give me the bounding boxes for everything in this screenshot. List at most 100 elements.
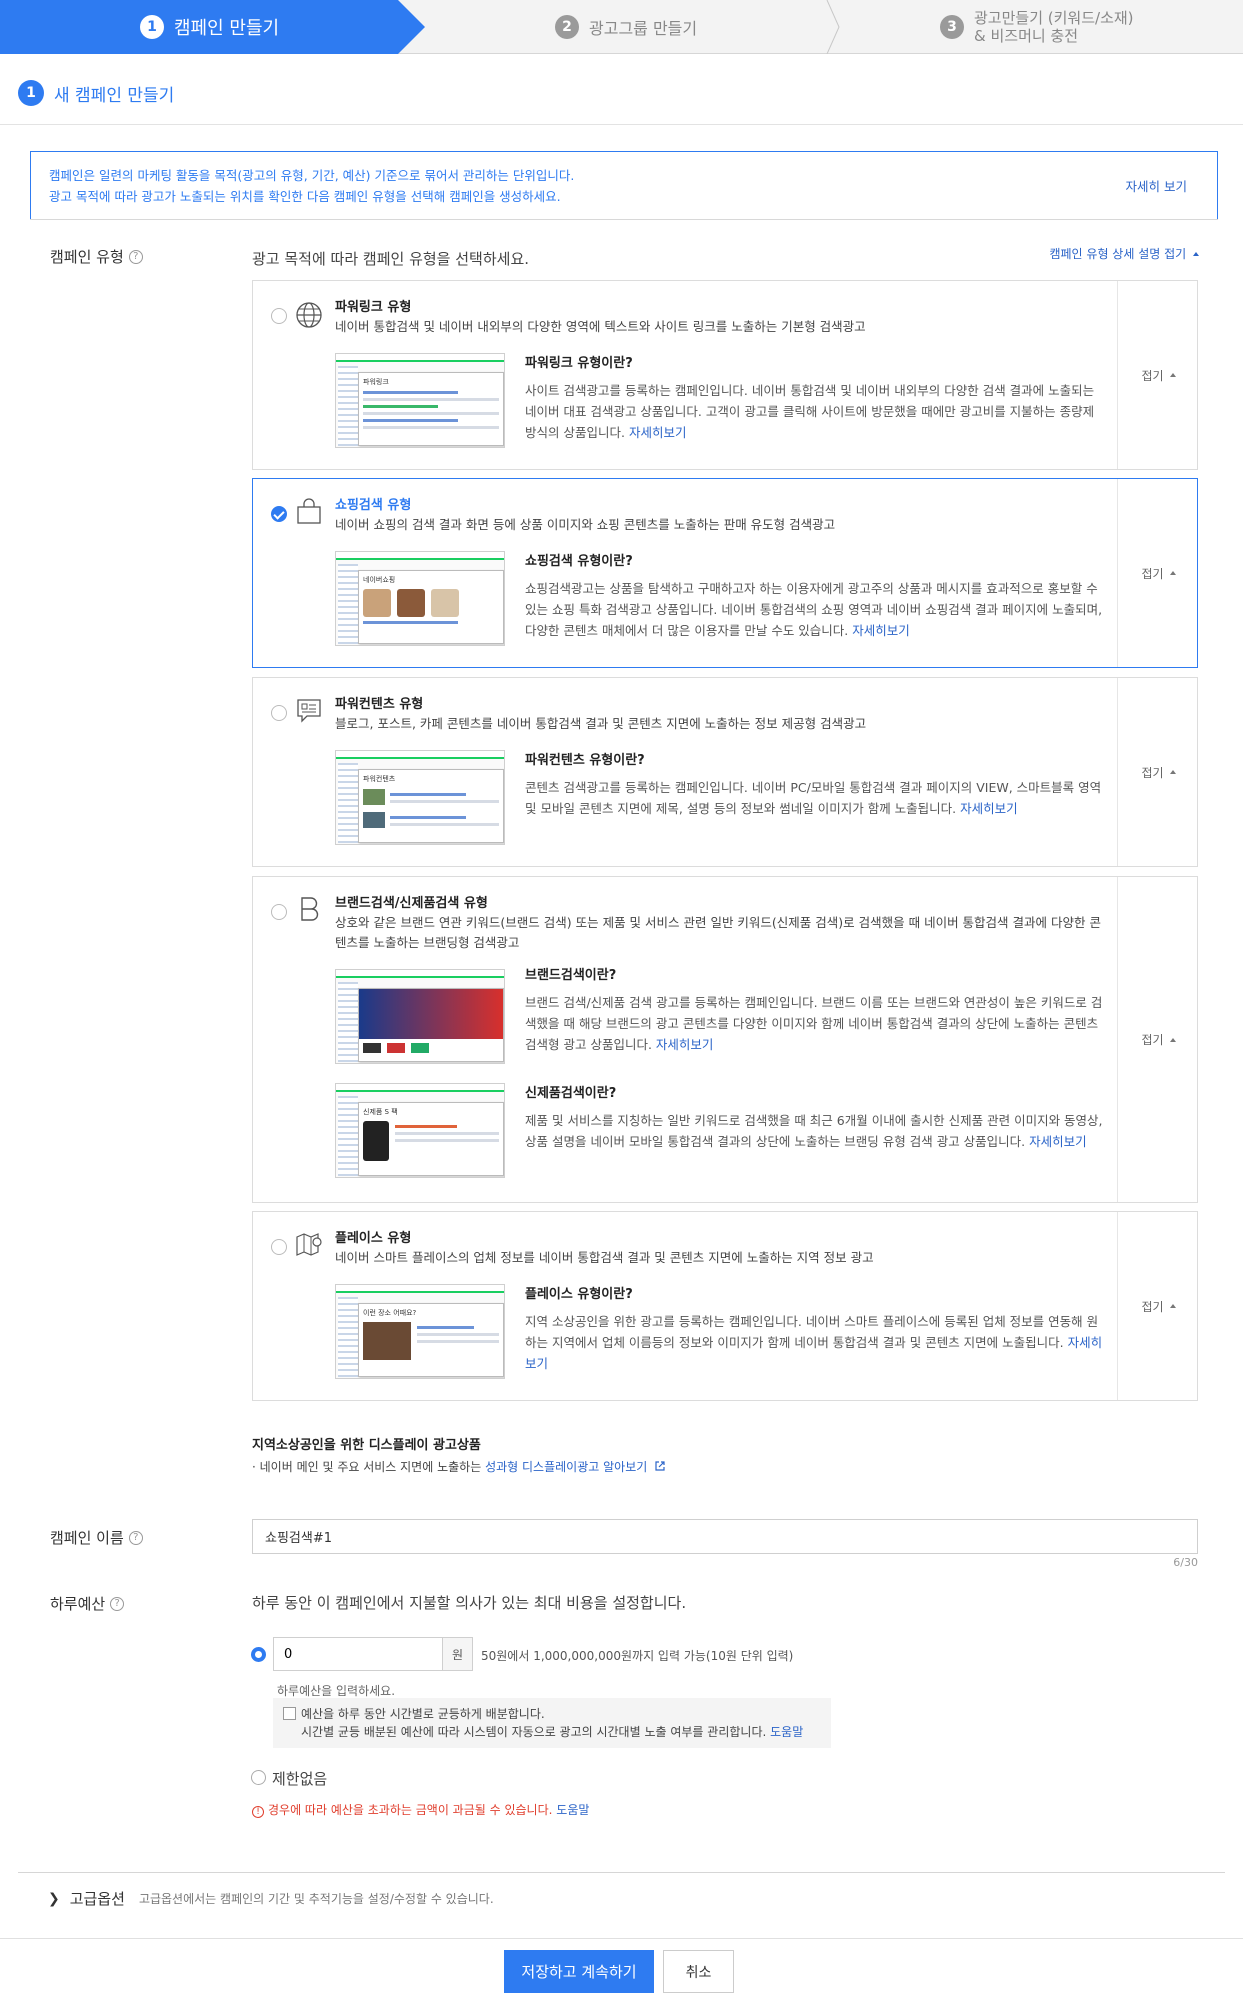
info-line-2: 광고 목적에 따라 광고가 노출되는 위치를 확인한 다음 캠페인 유형을 선택… [49,189,561,204]
campaign-type-title: 파워링크 유형 [335,300,412,315]
preview-title: 파워링크 [363,378,389,386]
campaign-type-radio[interactable] [271,1239,287,1255]
campaign-type-explanation: 쇼핑검색 유형이란? 쇼핑검색광고는 상품을 탐색하고 구매하고자 하는 이용자… [525,551,1105,641]
campaign-type-radio[interactable] [271,904,287,920]
explanation-text: 쇼핑검색광고는 상품을 탐색하고 구매하고자 하는 이용자에게 광고주의 상품과… [525,581,1103,638]
budget-range-hint: 50원에서 1,000,000,000원까지 입력 가능(10원 단위 입력) [481,1649,794,1663]
budget-distribution-label: 예산을 하루 동안 시간별로 균등하게 배분합니다. [301,1707,545,1721]
performance-display-link[interactable]: 성과형 디스플레이광고 알아보기 [485,1460,666,1474]
divider [30,219,1218,220]
explanation-title: 브랜드검색이란? [525,968,617,983]
cancel-button[interactable]: 취소 [663,1950,734,1993]
step-label: 광고그룹 만들기 [589,19,698,38]
help-question-icon[interactable]: ? [110,1596,125,1611]
campaign-type-subtitle: 네이버 통합검색 및 네이버 내외부의 다양한 영역에 텍스트와 사이트 링크를… [335,319,866,334]
step-label-line2: & 비즈머니 충전 [974,27,1079,45]
more-link[interactable]: 자세히보기 [960,801,1018,816]
budget-warning-text: 경우에 따라 예산을 초과하는 금액이 과금될 수 있습니다. [268,1803,553,1817]
divider [0,124,1243,125]
fold-button[interactable]: 접기 [1117,281,1199,469]
step-number: 1 [140,15,164,39]
campaign-type-subtitle: 네이버 쇼핑의 검색 결과 화면 등에 상품 이미지와 쇼핑 콘텐츠를 노출하는… [335,517,836,532]
explanation-text: 브랜드 검색/신제품 검색 광고를 등록하는 캠페인입니다. 브랜드 이름 또는… [525,995,1103,1052]
daily-budget-description: 하루 동안 이 캠페인에서 지불할 의사가 있는 최대 비용을 설정합니다. [252,1594,687,1612]
campaign-type-preview-image: 네이버쇼핑 [335,551,505,646]
currency-unit: 원 [442,1637,473,1671]
fold-button[interactable]: 접기 [1117,479,1199,667]
campaign-type-title: 파워컨텐츠 유형 [335,697,424,712]
explanation-title: 신제품검색이란? [525,1086,617,1101]
step-progress-bar: 1 캠페인 만들기 2 광고그룹 만들기 3 광고만들기 (키워드/소재) & … [0,0,1243,54]
campaign-type-preview-image [335,969,505,1064]
section-header: 1 새 캠페인 만들기 [18,80,174,106]
campaign-type-preview-image: 파워컨텐츠 [335,750,505,845]
more-link[interactable]: 자세히보기 [629,425,687,440]
explanation-title: 플레이스 유형이란? [525,1287,633,1302]
campaign-type-radio[interactable] [271,705,287,721]
more-link[interactable]: 자세히보기 [656,1037,714,1052]
info-more-link[interactable]: 자세히 보기 [1126,176,1187,197]
globe-icon [296,302,322,328]
daily-budget-input[interactable] [273,1637,443,1671]
external-link-icon [655,1461,665,1471]
campaign-type-explanation: 플레이스 유형이란? 지역 소상공인을 위한 광고를 등록하는 캠페인입니다. … [525,1284,1105,1374]
campaign-type-subtitle: 상호와 같은 브랜드 연관 키워드(브랜드 검색) 또는 제품 및 서비스 관련… [335,915,1101,950]
campaign-name-input[interactable] [252,1519,1198,1554]
step-chevron-icon [826,0,840,54]
campaign-type-explanation: 파워링크 유형이란? 사이트 검색광고를 등록하는 캠페인입니다. 네이버 통합… [525,353,1105,443]
campaign-type-subtitle: 블로그, 포스트, 카페 콘텐츠를 네이버 통합검색 결과 및 콘텐츠 지면에 … [335,716,867,731]
campaign-type-title: 브랜드검색/신제품검색 유형 [335,896,488,911]
budget-amount-radio[interactable] [251,1647,266,1662]
preview-title: 네이버쇼핑 [363,576,396,584]
chevron-right-icon: ❯ [48,1890,60,1907]
more-link[interactable]: 자세히보기 [1029,1134,1087,1149]
divider [0,1938,1243,1939]
no-limit-radio[interactable] [251,1770,266,1785]
advanced-options-label: 고급옵션 [69,1890,125,1908]
explanation-title: 쇼핑검색 유형이란? [525,554,633,569]
campaign-type-title: 플레이스 유형 [335,1231,412,1246]
advanced-options-toggle[interactable]: ❯ 고급옵션 고급옵션에서는 캠페인의 기간 및 추적기능을 설정/수정할 수 … [48,1888,494,1909]
budget-distribution-checkbox[interactable] [283,1707,296,1720]
campaign-type-detail-toggle[interactable]: 캠페인 유형 상세 설명 접기 [1049,245,1199,262]
campaign-type-preview-image: 파워링크 [335,353,505,448]
campaign-type-card-place[interactable]: 플레이스 유형 네이버 스마트 플레이스의 업체 정보를 네이버 통합검색 결과… [252,1211,1198,1401]
help-link[interactable]: 도움말 [556,1803,589,1817]
budget-warning: ! 경우에 따라 예산을 초과하는 금액이 과금될 수 있습니다. 도움말 [252,1801,589,1818]
explanation-title: 파워컨텐츠 유형이란? [525,753,645,768]
local-display-title: 지역소상공인을 위한 디스플레이 광고상품 [252,1438,481,1453]
budget-distribution-box: 예산을 하루 동안 시간별로 균등하게 배분합니다. 시간별 균등 배분된 예산… [273,1698,831,1748]
more-link[interactable]: 자세히보기 [852,623,910,638]
campaign-type-radio[interactable] [271,506,287,522]
campaign-type-card-shopping[interactable]: 쇼핑검색 유형 네이버 쇼핑의 검색 결과 화면 등에 상품 이미지와 쇼핑 콘… [252,478,1198,668]
fold-button[interactable]: 접기 [1117,1212,1199,1400]
campaign-type-preview-image-2: 신제품 S 팩 [335,1083,505,1178]
step-1-create-campaign: 1 캠페인 만들기 [0,0,425,54]
step-number: 3 [940,15,964,39]
info-line-1: 캠페인은 일련의 마케팅 활동을 목적(광고의 유형, 기간, 예산) 기준으로… [49,168,575,183]
campaign-type-card-powercontents[interactable]: 파워컨텐츠 유형 블로그, 포스트, 카페 콘텐츠를 네이버 통합검색 결과 및… [252,677,1198,867]
help-question-icon[interactable]: ? [128,1530,143,1545]
divider [18,1872,1225,1873]
fold-button[interactable]: 접기 [1117,678,1199,866]
campaign-type-title: 쇼핑검색 유형 [335,498,412,513]
campaign-name-char-count: 6/30 [1173,1556,1198,1569]
fold-button[interactable]: 접기 [1117,877,1199,1202]
campaign-type-explanation: 브랜드검색이란? 브랜드 검색/신제품 검색 광고를 등록하는 캠페인입니다. … [525,965,1105,1055]
save-and-continue-button[interactable]: 저장하고 계속하기 [504,1950,654,1993]
section-title: 새 캠페인 만들기 [54,85,175,106]
campaign-type-card-powerlink[interactable]: 파워링크 유형 네이버 통합검색 및 네이버 내외부의 다양한 영역에 텍스트와… [252,280,1198,470]
link-label: 성과형 디스플레이광고 알아보기 [485,1460,648,1474]
campaign-name-label: 캠페인 이름 ? [50,1527,143,1548]
content-card-icon [297,699,321,723]
caret-up-icon [1193,252,1199,256]
campaign-type-radio[interactable] [271,308,287,324]
explanation-text: 지역 소상공인을 위한 광고를 등록하는 캠페인입니다. 네이버 스마트 플레이… [525,1314,1099,1350]
campaign-type-explanation: 파워컨텐츠 유형이란? 콘텐츠 검색광고를 등록하는 캠페인입니다. 네이버 P… [525,750,1105,819]
campaign-info-box: 캠페인은 일련의 마케팅 활동을 목적(광고의 유형, 기간, 예산) 기준으로… [30,151,1218,220]
brand-b-icon [301,897,319,921]
help-link[interactable]: 도움말 [770,1725,803,1739]
help-question-icon[interactable]: ? [128,249,143,264]
local-display-subtitle: · 네이버 메인 및 주요 서비스 지면에 노출하는 성과형 디스플레이광고 알… [252,1458,666,1475]
campaign-type-card-brandsearch[interactable]: 브랜드검색/신제품검색 유형 상호와 같은 브랜드 연관 키워드(브랜드 검색)… [252,876,1198,1203]
